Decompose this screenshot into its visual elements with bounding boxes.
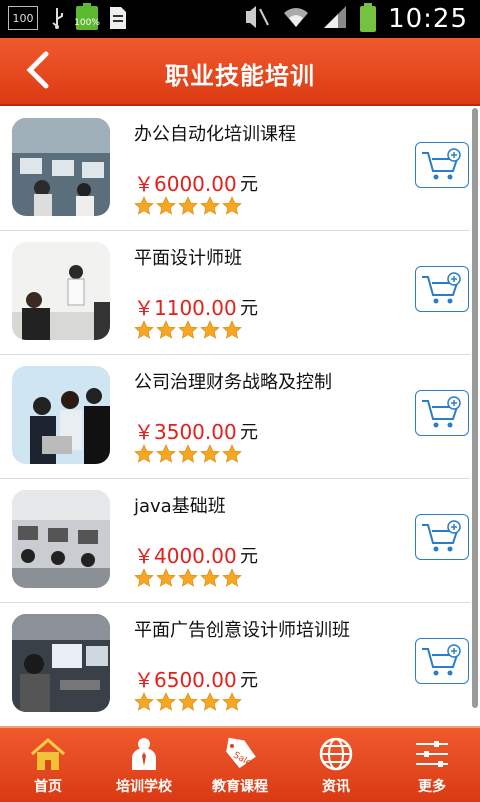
teacher-icon	[132, 738, 156, 770]
cart-add-icon	[422, 644, 461, 676]
star-icon	[222, 320, 242, 339]
star-icon	[134, 692, 154, 711]
tab-label: 更多	[418, 779, 446, 795]
tab-label: 首页	[34, 779, 62, 795]
star-icon	[134, 444, 154, 463]
course-thumbnail	[12, 490, 110, 588]
document-icon	[108, 7, 128, 29]
globe-icon	[319, 737, 353, 771]
star-icon	[156, 196, 176, 215]
tab-news[interactable]: 资讯	[288, 728, 384, 802]
tab-label: 资讯	[322, 779, 350, 795]
star-icon	[200, 568, 220, 587]
course-thumbnail	[12, 614, 110, 712]
tab-home[interactable]: 首页	[0, 728, 96, 802]
star-icon	[222, 692, 242, 711]
notification-box-icon: 100	[8, 6, 38, 30]
course-price: ￥6500.00	[134, 668, 237, 692]
star-icon	[200, 320, 220, 339]
bottom-tab-bar: 首页 培训学校 Sale 教育课程 资讯 更多	[0, 726, 480, 802]
star-icon	[134, 568, 154, 587]
rating-stars	[134, 320, 242, 340]
course-thumbnail	[12, 242, 110, 340]
list-item[interactable]: 平面设计师班 ￥1100.00 元	[0, 230, 470, 355]
course-price: ￥1100.00	[134, 296, 237, 320]
sale-tag-icon: Sale	[226, 737, 256, 769]
course-price: ￥6000.00	[134, 172, 237, 196]
course-list[interactable]: 办公自动化培训课程 ￥6000.00 元 平面设计师班 ￥1100.00 元 公…	[0, 106, 480, 726]
add-to-cart-button[interactable]	[415, 266, 469, 312]
star-icon	[200, 196, 220, 215]
cart-add-icon	[422, 520, 461, 552]
star-icon	[178, 196, 198, 215]
cart-add-icon	[422, 148, 461, 180]
course-thumbnail	[12, 118, 110, 216]
tab-label: 教育课程	[212, 779, 268, 795]
star-icon	[156, 320, 176, 339]
add-to-cart-button[interactable]	[415, 638, 469, 684]
signal-icon	[322, 4, 348, 34]
scrollbar[interactable]	[472, 108, 478, 708]
list-item[interactable]: 公司治理财务战略及控制 ￥3500.00 元	[0, 354, 470, 479]
course-name: 平面设计师班	[134, 248, 242, 269]
rating-stars	[134, 692, 242, 712]
tab-schools[interactable]: 培训学校	[96, 728, 192, 802]
mute-icon	[244, 5, 270, 33]
tab-courses[interactable]: Sale 教育课程	[192, 728, 288, 802]
course-name: 办公自动化培训课程	[134, 124, 296, 145]
add-to-cart-button[interactable]	[415, 514, 469, 560]
star-icon	[178, 568, 198, 587]
course-name: 公司治理财务战略及控制	[134, 372, 332, 393]
star-icon	[156, 568, 176, 587]
course-price: ￥4000.00	[134, 544, 237, 568]
rating-stars	[134, 444, 242, 464]
price-unit: 元	[240, 174, 258, 195]
status-bar: 100 100% 10:25	[0, 0, 480, 38]
page-title: 职业技能培训	[165, 62, 315, 90]
course-price: ￥3500.00	[134, 420, 237, 444]
star-icon	[156, 444, 176, 463]
add-to-cart-button[interactable]	[415, 142, 469, 188]
price-unit: 元	[240, 422, 258, 443]
battery-small-label: 100%	[74, 18, 100, 28]
rating-stars	[134, 568, 242, 588]
cart-add-icon	[422, 272, 461, 304]
star-icon	[200, 692, 220, 711]
battery-icon	[360, 3, 377, 32]
list-item[interactable]: 办公自动化培训课程 ￥6000.00 元	[0, 106, 470, 231]
wifi-icon	[282, 5, 310, 33]
star-icon	[178, 692, 198, 711]
sliders-icon	[416, 741, 448, 767]
add-to-cart-button[interactable]	[415, 390, 469, 436]
usb-icon	[48, 7, 66, 29]
star-icon	[134, 320, 154, 339]
title-bar: 职业技能培训	[0, 38, 480, 106]
tab-label: 培训学校	[116, 779, 172, 795]
tab-more[interactable]: 更多	[384, 728, 480, 802]
star-icon	[222, 444, 242, 463]
rating-stars	[134, 196, 242, 216]
star-icon	[200, 444, 220, 463]
clock: 10:25	[388, 4, 468, 34]
home-icon	[31, 738, 65, 770]
list-item[interactable]: java基础班 ￥4000.00 元	[0, 478, 470, 603]
course-name: 平面广告创意设计师培训班	[134, 620, 350, 641]
star-icon	[178, 320, 198, 339]
list-item[interactable]: 平面广告创意设计师培训班 ￥6500.00 元	[0, 602, 470, 726]
star-icon	[178, 444, 198, 463]
price-unit: 元	[240, 298, 258, 319]
star-icon	[134, 196, 154, 215]
star-icon	[156, 692, 176, 711]
star-icon	[222, 196, 242, 215]
star-icon	[222, 568, 242, 587]
price-unit: 元	[240, 546, 258, 567]
course-name: java基础班	[134, 496, 226, 517]
battery-small-icon: 100%	[74, 3, 100, 30]
cart-add-icon	[422, 396, 461, 428]
price-unit: 元	[240, 670, 258, 691]
course-thumbnail	[12, 366, 110, 464]
